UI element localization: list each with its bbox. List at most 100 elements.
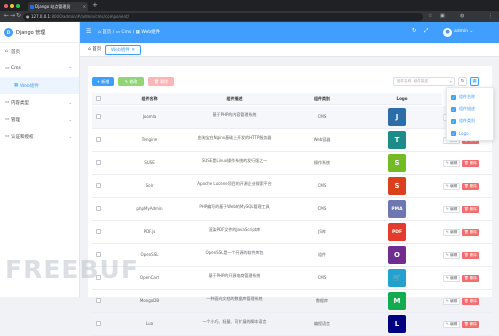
row-checkbox[interactable] (96, 137, 101, 142)
row-edit-label: 编辑 (449, 207, 458, 211)
search-input[interactable]: 组件名称, 组件描述 ⌕ (393, 77, 455, 86)
cell-description: 基于PHP的开源电商管理系统 (208, 273, 261, 278)
column-header[interactable]: 组件描述 (192, 93, 277, 105)
column-option-label: 组件类别 (459, 118, 475, 123)
sidebar-item-web-component[interactable]: ▦ Web组件 (0, 77, 79, 94)
row-checkbox[interactable] (96, 160, 101, 165)
table-row[interactable]: phpMyAdmin PHP编写的基于Web的MySQL管理工具 CMS PMA ✎ 编… (92, 198, 492, 221)
delete-button[interactable]: 🗑 删除 (148, 77, 174, 86)
close-icon[interactable]: ✕ (131, 48, 135, 53)
row-delete-button[interactable]: 🗑 删除 (462, 252, 479, 259)
window-close-icon[interactable] (4, 4, 8, 8)
table-row[interactable]: Solr Apache Lucene项目的开源企业搜索平台 CMS S ✎ 编辑 🗑 删除 (92, 175, 492, 198)
sidebar-item-home[interactable]: ⌂ 首页 (0, 43, 79, 60)
table-row[interactable]: Tengine由淘宝在Nginx基础上开发的HTTP服务器Web容器T✎ 编辑🗑… (92, 129, 492, 152)
column-header[interactable]: 组件类别 (282, 93, 362, 105)
row-delete-button[interactable]: 🗑 删除 (462, 298, 479, 305)
row-delete-label: 删除 (469, 230, 477, 234)
fullscreen-icon[interactable]: ⤢ (424, 28, 428, 35)
row-delete-label: 删除 (469, 184, 477, 188)
new-tab-icon[interactable]: + (92, 1, 98, 9)
table-row[interactable]: SUSE SUSE是Linux操作系统的发行版之一 操作系统 S ✎ 编辑 🗑 删除 (92, 152, 492, 175)
browser-tab[interactable]: Django 站点管理员 ✕ (28, 2, 88, 11)
checkbox-checked-icon[interactable]: ✓ (451, 106, 456, 112)
sidebar-brand[interactable]: D Django 管理 (0, 22, 79, 43)
chevron-up-icon: ⌃ (68, 66, 72, 71)
refresh-icon[interactable]: ↻ (412, 28, 417, 34)
select-all-checkbox[interactable] (96, 96, 101, 101)
column-option-label: 组件描述 (459, 106, 475, 111)
row-checkbox[interactable] (96, 183, 101, 188)
column-option[interactable]: ✓ 组件名称 (451, 93, 475, 101)
avatar[interactable]: ● (443, 28, 452, 37)
tab-web-component[interactable]: Web组件 ✕ (105, 45, 142, 55)
window-zoom-icon[interactable] (16, 4, 20, 8)
table-row[interactable]: OpenCart 基于PHP的开源电商管理系统 CMS 🛒 ✎ 编辑 🗑 删除 (92, 267, 492, 290)
row-edit-button[interactable]: ✎ 编辑 (443, 252, 460, 259)
forward-icon[interactable]: → (10, 12, 15, 19)
row-edit-button[interactable]: ✎ 编辑 (443, 206, 460, 213)
column-option[interactable]: ✓ Logo (451, 129, 469, 137)
table-row[interactable]: Joomla基于PHP的内容管理系统CMSJ✎ 编辑🗑 删除 (92, 106, 492, 129)
table-row[interactable]: Lua 一个小巧、轻量、可扩展的脚本语言 编程语言 L ✎ 编辑 🗑 删除 (92, 313, 492, 336)
checkbox-checked-icon[interactable]: ✓ (451, 118, 456, 124)
row-delete-button[interactable]: 🗑 删除 (462, 275, 479, 282)
sidebar-item-label: Web组件 (20, 83, 39, 89)
column-option[interactable]: ✓ 组件描述 (451, 105, 475, 113)
row-edit-button[interactable]: ✎ 编辑 (443, 298, 460, 305)
sidebar-item-auth[interactable]: ▭ 认证和授权 ⌄ (0, 128, 79, 145)
table-row[interactable]: MongoDB 一种面向文档的数据库管理系统 数据库 M ✎ 编辑 🗑 删除 (92, 290, 492, 313)
column-option-label: Logo (459, 130, 469, 136)
row-checkbox[interactable] (96, 229, 101, 234)
row-delete-label: 删除 (469, 207, 477, 211)
checkbox-checked-icon[interactable]: ✓ (451, 94, 456, 100)
column-option[interactable]: ✓ 组件类别 (451, 117, 475, 125)
row-edit-label: 编辑 (449, 253, 458, 257)
edit-button[interactable]: ✎ 修改 (118, 77, 144, 86)
row-edit-label: 编辑 (449, 184, 458, 188)
row-delete-button[interactable]: 🗑 删除 (462, 229, 479, 236)
row-edit-button[interactable]: ✎ 编辑 (443, 160, 460, 167)
table-row[interactable]: OpenSSL OpenSSL是一个开源的软件库包 组件 O ✎ 编辑 🗑 删除 (92, 244, 492, 267)
cell-name: SUSE (144, 160, 155, 165)
row-delete-button[interactable]: 🗑 删除 (462, 183, 479, 190)
breadcrumb-cms[interactable]: Cms (121, 30, 131, 35)
row-checkbox[interactable] (96, 298, 101, 303)
window-minimize-icon[interactable] (10, 4, 14, 8)
tab-home[interactable]: ⌂ 首页 (83, 45, 106, 55)
row-edit-button[interactable]: ✎ 编辑 (443, 275, 460, 282)
sidebar-item-cms[interactable]: ▭ Cms ⌃ (0, 60, 79, 77)
address-bar[interactable]: 127.0.0.1:8000/admin/#/admin/cms/compone… (23, 12, 423, 21)
back-icon[interactable]: ← (4, 12, 9, 19)
row-checkbox[interactable] (96, 206, 101, 211)
sidebar-item-content-types[interactable]: ▭ 内容类型 ⌄ (0, 94, 79, 111)
bookmark-star-icon[interactable]: ☆ (428, 13, 432, 19)
row-delete-button[interactable]: 🗑 删除 (462, 321, 479, 328)
close-tab-icon[interactable]: ✕ (83, 2, 86, 11)
breadcrumb-home[interactable]: 首页 (102, 30, 111, 35)
cell-description: 基于PHP的内容管理系统 (212, 112, 257, 117)
row-delete-button[interactable]: 🗑 删除 (462, 160, 479, 167)
row-edit-button[interactable]: ✎ 编辑 (443, 321, 460, 328)
row-delete-button[interactable]: 🗑 删除 (462, 206, 479, 213)
row-edit-button[interactable]: ✎ 编辑 (443, 183, 460, 190)
refresh-button[interactable]: ↻ (458, 77, 467, 86)
row-edit-label: 编辑 (449, 276, 458, 280)
sidebar-item-admin[interactable]: ▭ 管理 ⌄ (0, 111, 79, 128)
row-edit-button[interactable]: ✎ 编辑 (443, 229, 460, 236)
column-header[interactable]: 组件名称 (112, 93, 187, 105)
row-checkbox[interactable] (96, 321, 101, 326)
menu-kebab-icon[interactable]: ⋮ (488, 13, 493, 19)
reload-icon[interactable]: ↻ (16, 12, 21, 19)
row-checkbox[interactable] (96, 114, 101, 119)
checkbox-checked-icon[interactable]: ✓ (451, 130, 456, 136)
add-button[interactable]: + 新增 (92, 77, 114, 86)
user-menu[interactable]: admin ⌄ (454, 29, 473, 34)
columns-button[interactable]: ▦ (470, 77, 479, 86)
profile-icon[interactable]: ◍ (460, 13, 464, 19)
extensions-icon[interactable]: ▣ (440, 13, 445, 19)
table-row[interactable]: PDF.js 渲染PDF文件的JavaScript库 JS库 PDF ✎ 编辑 🗑 删除 (92, 221, 492, 244)
column-header[interactable]: Logo (367, 93, 437, 105)
menu-toggle-icon[interactable]: ☰ (86, 28, 91, 35)
row-delete-label: 删除 (469, 161, 477, 165)
